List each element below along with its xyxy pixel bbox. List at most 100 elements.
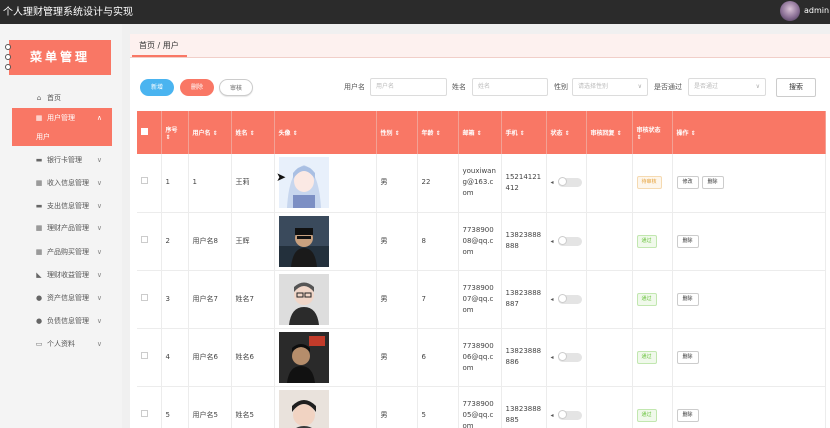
status-badge: 待审核 — [636, 176, 662, 190]
row-checkbox[interactable] — [141, 293, 148, 301]
column-header-3[interactable]: 头像 ⇕ — [274, 111, 377, 154]
status-toggle[interactable] — [557, 293, 582, 304]
column-header-6[interactable]: 邮箱 ⇕ — [458, 111, 502, 154]
sidebar-item-4[interactable]: ▦ 收入信息管理 ∨ — [12, 173, 112, 193]
review-button[interactable]: 审核 — [219, 79, 253, 96]
column-header-9[interactable]: 审核回复 ⇕ — [586, 111, 633, 154]
cell-review-status: 通过 — [632, 212, 673, 271]
delete-row-button[interactable]: 删除 — [676, 408, 699, 422]
column-header-0[interactable]: 序号 ⇕ — [161, 111, 189, 154]
row-checkbox-cell[interactable] — [137, 212, 162, 271]
sidebar-item-7[interactable]: ▦ 产品购买管理 ∨ — [12, 242, 112, 262]
sidebar-item-1[interactable]: ▦ 用户管理 ∧ — [12, 108, 112, 128]
row-checkbox-cell[interactable] — [137, 154, 162, 213]
cell-username: 用户名8 — [188, 212, 232, 271]
avatar — [278, 331, 372, 383]
sort-icon[interactable]: ⇕ — [293, 130, 298, 137]
gender-select[interactable]: 请选择性别 ∨ — [572, 78, 648, 96]
cell-phone: 13823888887 — [501, 270, 547, 329]
column-header-11[interactable]: 操作 ⇕ — [672, 111, 826, 154]
column-header-1[interactable]: 用户名 ⇕ — [188, 111, 232, 154]
status-toggle[interactable] — [557, 235, 582, 246]
sort-icon[interactable]: ⇕ — [520, 130, 525, 137]
sort-icon[interactable]: ⇕ — [395, 130, 400, 137]
column-header-label: 序号 — [165, 126, 178, 134]
delete-button[interactable]: 删除 — [180, 79, 214, 96]
sort-icon[interactable]: ⇕ — [166, 134, 171, 141]
status-toggle[interactable] — [557, 351, 582, 362]
row-checkbox-cell[interactable] — [137, 386, 162, 428]
row-checkbox[interactable] — [141, 351, 148, 359]
approved-select[interactable]: 是否通过 ∨ — [688, 78, 766, 96]
sort-icon[interactable]: ⇕ — [250, 130, 255, 137]
delete-row-button[interactable]: 删除 — [676, 292, 699, 306]
share-icon[interactable]: ◂ — [551, 236, 554, 247]
table-row[interactable]: 3 用户名7 姓名7 男 7 773890007@qq.com 13823888887 ◂ 通过… — [137, 270, 826, 329]
table-row[interactable]: 1 1 王莉男 22 youxiwang@163.com 15214121412 ◂ 待审核修… — [137, 154, 826, 213]
delete-row-button[interactable]: 删除 — [676, 234, 699, 248]
add-button[interactable]: 新增 — [140, 79, 174, 96]
share-icon[interactable]: ◂ — [551, 294, 554, 305]
sort-icon[interactable]: ⇕ — [436, 130, 441, 137]
sidebar-item-2[interactable]: 用户 — [12, 128, 112, 146]
chevron-icon: ∨ — [96, 179, 102, 187]
sort-icon[interactable]: ⇕ — [617, 130, 622, 137]
sidebar-item-label: 银行卡管理 — [47, 156, 82, 164]
chevron-icon: ∨ — [96, 224, 102, 232]
user-avatar[interactable] — [780, 1, 800, 21]
sidebar-item-9[interactable]: ● 资产信息管理 ∨ — [12, 288, 112, 308]
edit-button[interactable]: 修改 — [676, 176, 699, 190]
status-toggle[interactable] — [557, 177, 582, 188]
row-checkbox-cell[interactable] — [137, 270, 162, 329]
table-row[interactable]: 5 用户名5 姓名5 男 5 773890005@qq.com 13823888885 ◂ 通过… — [137, 386, 826, 428]
sidebar-item-5[interactable]: ▬ 支出信息管理 ∨ — [12, 196, 112, 216]
cell-age: 6 — [417, 328, 459, 387]
cell-actions: 删除 — [672, 270, 826, 329]
table-row[interactable]: 4 用户名6 姓名6 男 6 773890006@qq.com 13823888886 ◂ 通过… — [137, 328, 826, 387]
username-label: 用户名 — [344, 83, 365, 91]
share-icon[interactable]: ◂ — [551, 177, 554, 188]
name-input[interactable]: 姓名 — [472, 78, 548, 96]
sort-icon[interactable]: ⇕ — [691, 130, 696, 137]
sidebar-item-11[interactable]: ▭ 个人资料 ∨ — [12, 334, 112, 354]
row-checkbox[interactable] — [141, 409, 148, 417]
column-header-10[interactable]: 审核状态 ⇕ — [632, 111, 673, 154]
cell-age: 22 — [417, 154, 459, 213]
row-checkbox-cell[interactable] — [137, 328, 162, 387]
cell-gender: 男 — [376, 270, 418, 329]
sort-icon[interactable]: ⇕ — [637, 134, 642, 141]
column-header-4[interactable]: 性别 ⇕ — [376, 111, 418, 154]
sidebar-item-6[interactable]: ▦ 理财产品管理 ∨ — [12, 218, 112, 238]
column-header-7[interactable]: 手机 ⇕ — [501, 111, 547, 154]
row-checkbox[interactable] — [141, 177, 148, 185]
sort-icon[interactable]: ⇕ — [565, 130, 570, 137]
share-icon[interactable]: ◂ — [551, 410, 554, 421]
sidebar-item-0[interactable]: ⌂ 首页 — [12, 88, 112, 108]
sidebar-item-3[interactable]: ▬ 银行卡管理 ∨ — [12, 150, 112, 170]
user-name[interactable]: admin — [804, 6, 829, 15]
column-header-2[interactable]: 姓名 ⇕ — [231, 111, 275, 154]
cell-age: 7 — [417, 270, 459, 329]
sort-icon[interactable]: ⇕ — [477, 130, 482, 137]
status-toggle[interactable] — [557, 409, 582, 420]
cell-avatar — [274, 386, 377, 428]
row-checkbox[interactable] — [141, 235, 148, 243]
column-header-5[interactable]: 年龄 ⇕ — [417, 111, 459, 154]
select-all-header[interactable] — [137, 111, 162, 154]
sidebar-item-10[interactable]: ● 负债信息管理 ∨ — [12, 311, 112, 331]
table-row[interactable]: 2 用户名8 王辉 男 8 773890008@qq.com 13823888888 ◂ 通过 删… — [137, 212, 826, 271]
sort-icon[interactable]: ⇕ — [213, 130, 218, 137]
select-all-checkbox[interactable] — [141, 128, 148, 135]
cell-gender: 男 — [376, 154, 418, 213]
share-icon[interactable]: ◂ — [551, 352, 554, 363]
delete-row-button[interactable]: 删除 — [676, 350, 699, 364]
cell-name: 王莉 — [231, 154, 275, 213]
breadcrumb[interactable]: 首页 / 用户 — [139, 40, 179, 51]
username-input[interactable]: 用户名 — [370, 78, 447, 96]
search-button[interactable]: 搜索 — [776, 78, 816, 97]
column-header-8[interactable]: 状态 ⇕ — [546, 111, 587, 154]
chevron-icon: ∨ — [96, 340, 102, 348]
sidebar-item-8[interactable]: ◣ 理财收益管理 ∨ — [12, 265, 112, 285]
delete-row-button[interactable]: 删除 — [701, 176, 724, 190]
cell-review-status: 待审核 — [632, 154, 673, 213]
